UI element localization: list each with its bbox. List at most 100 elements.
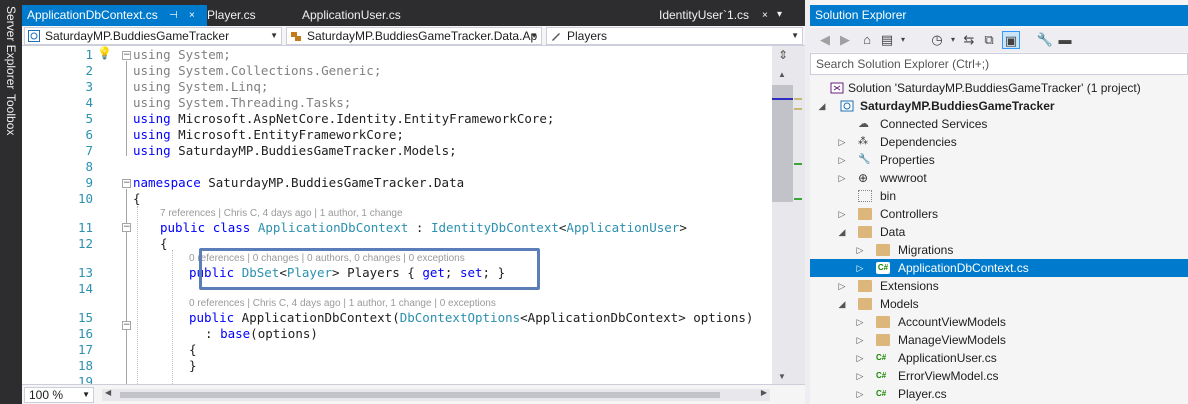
split-icon[interactable]: ⇕: [778, 48, 788, 62]
zoom-dropdown[interactable]: 100 % ▼: [24, 387, 94, 403]
collapsed-arrow-icon[interactable]: ▷: [854, 259, 866, 277]
tree-item-label: Connected Services: [880, 117, 988, 131]
tree-item-manageviewmodels[interactable]: ▷ ManageViewModels: [810, 331, 1188, 349]
collapsed-arrow-icon[interactable]: ▷: [836, 169, 848, 187]
server-explorer-tab[interactable]: Server Explorer: [3, 6, 19, 89]
solution-explorer-title: Solution Explorer: [810, 5, 1188, 26]
folder-dotted-icon: [858, 190, 872, 202]
collapsed-arrow-icon[interactable]: ▷: [854, 385, 866, 403]
tree-item-applicationdbcontext[interactable]: ▷ C# ApplicationDbContext.cs: [810, 259, 1188, 277]
collapsed-arrow-icon[interactable]: ▷: [836, 205, 848, 223]
collapse-icon[interactable]: −: [122, 179, 131, 188]
tree-item-bin[interactable]: bin: [810, 187, 1188, 205]
tree-item-solution[interactable]: Solution 'SaturdayMP.BuddiesGameTracker'…: [810, 79, 1188, 97]
tree-item-label: Controllers: [880, 207, 939, 221]
folder-icon: [858, 208, 872, 220]
close-icon[interactable]: ×: [189, 5, 195, 26]
vertical-scroll-thumb[interactable]: [772, 85, 793, 202]
toolbox-tab[interactable]: Toolbox: [3, 94, 19, 135]
tree-item-errorviewmodel[interactable]: ▷ C# ErrorViewModel.cs: [810, 367, 1188, 385]
tree-item-label: ApplicationUser.cs: [898, 351, 997, 365]
collapsed-arrow-icon[interactable]: ▷: [836, 151, 848, 169]
collapse-icon[interactable]: −: [122, 51, 131, 60]
expanded-arrow-icon[interactable]: ◢: [836, 223, 848, 241]
preview-icon[interactable]: ▬: [1056, 31, 1074, 49]
collapse-icon[interactable]: −: [122, 321, 131, 330]
csharp-file-icon: C#: [876, 371, 887, 380]
close-icon[interactable]: ×: [762, 5, 768, 26]
solution-explorer: Solution Explorer ◀ ▶ ⌂ ▤ ▾ ◷ ▾ ⇆ ⧉ ▣ 🔧 …: [810, 0, 1188, 404]
home-icon[interactable]: ⌂: [858, 31, 876, 49]
back-icon[interactable]: ◀: [816, 31, 834, 49]
collapsed-arrow-icon[interactable]: ▷: [836, 277, 848, 295]
tab-identityuser[interactable]: IdentityUser`1.cs ×: [654, 5, 774, 26]
type-dropdown-value: SaturdayMP.BuddiesGameTracker.Data.Ap: [307, 29, 538, 43]
line-number: 17: [77, 342, 93, 357]
scroll-up-icon[interactable]: ▲: [778, 70, 786, 79]
property-icon: [552, 33, 560, 41]
collapsed-arrow-icon[interactable]: ▷: [854, 241, 866, 259]
tree-item-accountviewmodels[interactable]: ▷ AccountViewModels: [810, 313, 1188, 331]
scroll-left-icon[interactable]: ◀: [105, 388, 111, 397]
solution-explorer-search-input[interactable]: Search Solution Explorer (Ctrl+;): [810, 53, 1188, 75]
collapsed-arrow-icon[interactable]: ▷: [836, 133, 848, 151]
tree-item-connected-services[interactable]: ☁ Connected Services: [810, 115, 1188, 133]
type-dropdown[interactable]: SaturdayMP.BuddiesGameTracker.Data.Ap ▼: [286, 27, 542, 45]
code-line: public class ApplicationDbContext : Iden…: [160, 220, 687, 235]
chevron-down-icon: ▼: [530, 31, 538, 40]
tree-item-label: ApplicationDbContext.cs: [898, 261, 1029, 275]
scroll-down-icon[interactable]: ▼: [778, 372, 786, 381]
highlight-box: [199, 248, 540, 290]
tree-item-label: Data: [880, 225, 906, 239]
properties-wrench-icon[interactable]: 🔧: [1036, 31, 1054, 49]
code-area[interactable]: 💡 − − − − 1 2 3 4 5 6 7 8 9 10 11 12 13 …: [22, 46, 772, 384]
tree-item-controllers[interactable]: ▷ Controllers: [810, 205, 1188, 223]
line-number: 4: [85, 95, 93, 110]
tree-item-wwwroot[interactable]: ▷ ⊕ wwwroot: [810, 169, 1188, 187]
expanded-arrow-icon[interactable]: ◢: [816, 97, 828, 115]
collapse-all-icon[interactable]: ⧉: [980, 31, 998, 49]
horizontal-scroll-thumb[interactable]: [120, 392, 720, 398]
expanded-arrow-icon[interactable]: ◢: [836, 295, 848, 313]
tree-item-extensions[interactable]: ▷ Extensions: [810, 277, 1188, 295]
tree-item-data[interactable]: ◢ Data: [810, 223, 1188, 241]
tab-applicationdbcontext[interactable]: ApplicationDbContext.cs ⊣ ×: [22, 5, 207, 26]
code-line: : base(options): [205, 326, 318, 341]
codelens-class[interactable]: 7 references | Chris C, 4 days ago | 1 a…: [160, 208, 403, 219]
tree-item-dependencies[interactable]: ▷ ⁂ Dependencies: [810, 133, 1188, 151]
chevron-down-icon[interactable]: ▾: [894, 31, 912, 49]
horizontal-scrollbar[interactable]: ◀ ▶: [102, 388, 770, 401]
tree-item-project[interactable]: ◢ SaturdayMP.BuddiesGameTracker: [810, 97, 1188, 115]
forward-icon[interactable]: ▶: [836, 31, 854, 49]
navigation-bar: SaturdayMP.BuddiesGameTracker ▼ Saturday…: [22, 26, 805, 46]
show-all-files-icon[interactable]: ▣: [1002, 31, 1020, 49]
collapsed-arrow-icon[interactable]: ▷: [854, 367, 866, 385]
tab-label: IdentityUser`1.cs: [659, 8, 750, 22]
codelens-ctor[interactable]: 0 references | Chris C, 4 days ago | 1 a…: [189, 298, 496, 309]
code-line: using System.Collections.Generic;: [133, 63, 382, 78]
collapsed-arrow-icon[interactable]: ▷: [854, 349, 866, 367]
code-line: using System.Linq;: [133, 79, 269, 94]
tree-item-label: Models: [880, 297, 919, 311]
collapsed-arrow-icon[interactable]: ▷: [854, 331, 866, 349]
tree-item-label: AccountViewModels: [898, 315, 1006, 329]
pin-icon[interactable]: ⊣: [169, 5, 178, 26]
tree-item-player[interactable]: ▷ C# Player.cs: [810, 385, 1188, 403]
tree-item-properties[interactable]: ▷ 🔧 Properties: [810, 151, 1188, 169]
tree-item-models[interactable]: ◢ Models: [810, 295, 1188, 313]
class-icon: [291, 32, 301, 41]
member-dropdown[interactable]: Players ▼: [546, 27, 803, 45]
project-dropdown[interactable]: SaturdayMP.BuddiesGameTracker ▼: [24, 27, 282, 45]
caret-marker: [772, 98, 793, 100]
collapsed-arrow-icon[interactable]: ▷: [854, 313, 866, 331]
sync-icon[interactable]: ⇆: [960, 31, 978, 49]
tree-item-label: Player.cs: [898, 387, 947, 401]
tab-dropdown-icon[interactable]: ▾: [777, 9, 782, 20]
tab-applicationuser[interactable]: ApplicationUser.cs: [297, 5, 427, 26]
tree-item-migrations[interactable]: ▷ Migrations: [810, 241, 1188, 259]
scroll-right-icon[interactable]: ▶: [761, 388, 767, 397]
lightbulb-icon[interactable]: 💡: [97, 46, 112, 60]
tab-player[interactable]: Player.cs: [202, 5, 292, 26]
tree-item-applicationuser[interactable]: ▷ C# ApplicationUser.cs: [810, 349, 1188, 367]
collapse-icon[interactable]: −: [122, 223, 131, 232]
